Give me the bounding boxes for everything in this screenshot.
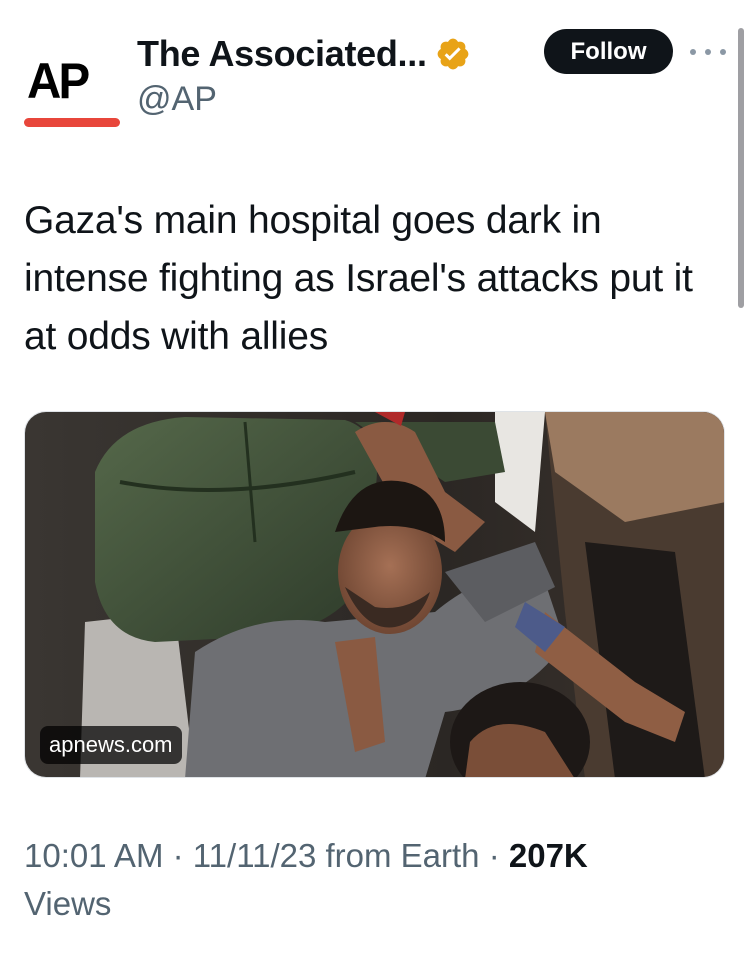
- meta-separator: ·: [479, 837, 509, 874]
- meta-separator: ·: [163, 837, 193, 874]
- follow-button[interactable]: Follow: [544, 29, 673, 74]
- avatar[interactable]: AP: [22, 44, 122, 140]
- views-count[interactable]: 207K: [509, 837, 588, 874]
- tweet-source: from Earth: [316, 837, 480, 874]
- more-dot: [705, 49, 711, 55]
- scrollbar[interactable]: [738, 28, 744, 308]
- author-handle[interactable]: @AP: [137, 80, 217, 119]
- author-name-row: The Associated...: [137, 30, 471, 78]
- tweet-text: Gaza's main hospital goes dark in intens…: [24, 199, 693, 358]
- ap-logo-text: AP: [27, 53, 90, 109]
- more-dot: [720, 49, 726, 55]
- tweet-date[interactable]: 11/11/23: [193, 837, 317, 874]
- verified-badge-icon: [437, 38, 469, 70]
- views-label[interactable]: Views: [24, 885, 111, 922]
- tweet-time[interactable]: 10:01 AM: [24, 837, 163, 874]
- tweet-metadata: 10:01 AM · 11/11/23 from Earth · 207K Vie…: [24, 832, 724, 928]
- link-card-image[interactable]: [24, 411, 725, 778]
- more-dot: [690, 49, 696, 55]
- link-domain-badge: apnews.com: [40, 726, 182, 764]
- ap-logo-bar: [24, 118, 120, 127]
- more-options-icon[interactable]: [690, 45, 726, 59]
- author-display-name[interactable]: The Associated...: [137, 33, 427, 75]
- news-photo: [25, 412, 724, 777]
